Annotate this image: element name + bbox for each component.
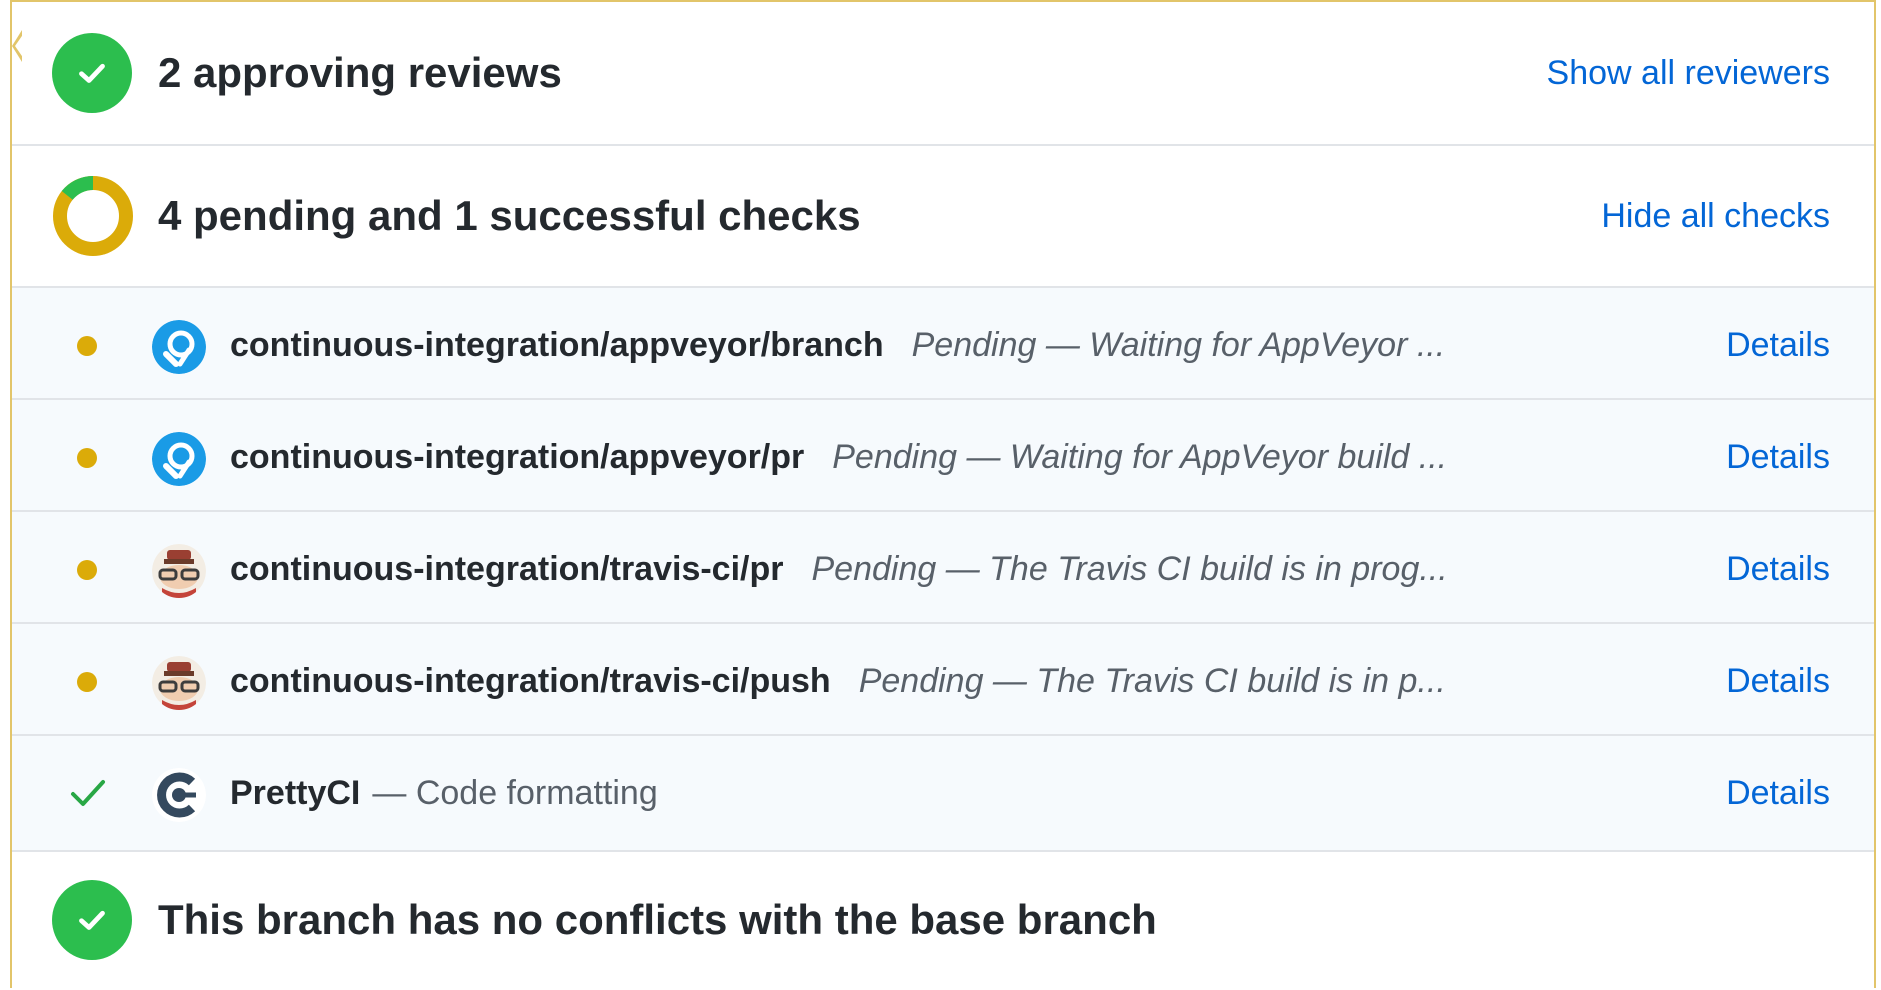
check-row: continuous-integration/appveyor/branch Pe… xyxy=(12,288,1874,400)
hide-all-checks-link[interactable]: Hide all checks xyxy=(1601,197,1830,236)
pending-status-dot-icon xyxy=(77,336,97,356)
check-name: continuous-integration/travis-ci/pr xyxy=(230,550,784,588)
merge-status-title: This branch has no conflicts with the ba… xyxy=(158,896,1157,943)
travis-ci-icon xyxy=(152,544,206,598)
merge-status-panel: 2 approving reviews Show all reviewers 4… xyxy=(10,0,1876,988)
check-details-link[interactable]: Details xyxy=(1726,542,1830,596)
merge-success-icon xyxy=(52,880,132,960)
check-details-link[interactable]: Details xyxy=(1726,766,1830,820)
check-row: continuous-integration/appveyor/pr Pendin… xyxy=(12,400,1874,512)
check-description: Pending — The Travis CI build is in prog… xyxy=(811,550,1448,588)
reviews-section: 2 approving reviews Show all reviewers xyxy=(12,2,1874,146)
check-name: continuous-integration/travis-ci/push xyxy=(230,662,831,700)
check-row: continuous-integration/travis-ci/push Pen… xyxy=(12,624,1874,736)
reviews-success-icon xyxy=(52,33,132,113)
success-check-icon xyxy=(71,780,105,806)
merge-conflicts-section: This branch has no conflicts with the ba… xyxy=(12,850,1874,990)
check-details-link[interactable]: Details xyxy=(1726,318,1830,372)
check-description: Pending — Waiting for AppVeyor ... xyxy=(911,326,1446,364)
show-all-reviewers-link[interactable]: Show all reviewers xyxy=(1547,54,1830,93)
pending-status-dot-icon xyxy=(77,560,97,580)
check-row: PrettyCI — Code formatting Details xyxy=(12,736,1874,848)
checks-list: continuous-integration/appveyor/branch Pe… xyxy=(12,288,1874,852)
pending-status-dot-icon xyxy=(77,448,97,468)
prettyci-icon xyxy=(152,768,206,822)
checks-progress-donut-icon xyxy=(53,175,133,256)
check-name: continuous-integration/appveyor/branch xyxy=(230,326,884,364)
check-details-link[interactable]: Details xyxy=(1726,430,1830,484)
check-details-link[interactable]: Details xyxy=(1726,654,1830,708)
check-name: PrettyCI xyxy=(230,774,361,812)
travis-ci-icon xyxy=(152,656,206,710)
appveyor-icon xyxy=(152,320,206,374)
check-description: Pending — The Travis CI build is in p... xyxy=(858,662,1446,700)
checks-summary-title: 4 pending and 1 successful checks xyxy=(158,192,861,239)
check-row: continuous-integration/travis-ci/pr Pendi… xyxy=(12,512,1874,624)
reviews-title: 2 approving reviews xyxy=(158,49,562,96)
checks-summary-section: 4 pending and 1 successful checks Hide a… xyxy=(12,146,1874,288)
check-description: — Code formatting xyxy=(372,774,658,812)
pending-status-dot-icon xyxy=(77,672,97,692)
appveyor-icon xyxy=(152,432,206,486)
check-name: continuous-integration/appveyor/pr xyxy=(230,438,805,476)
check-description: Pending — Waiting for AppVeyor build ... xyxy=(832,438,1448,476)
